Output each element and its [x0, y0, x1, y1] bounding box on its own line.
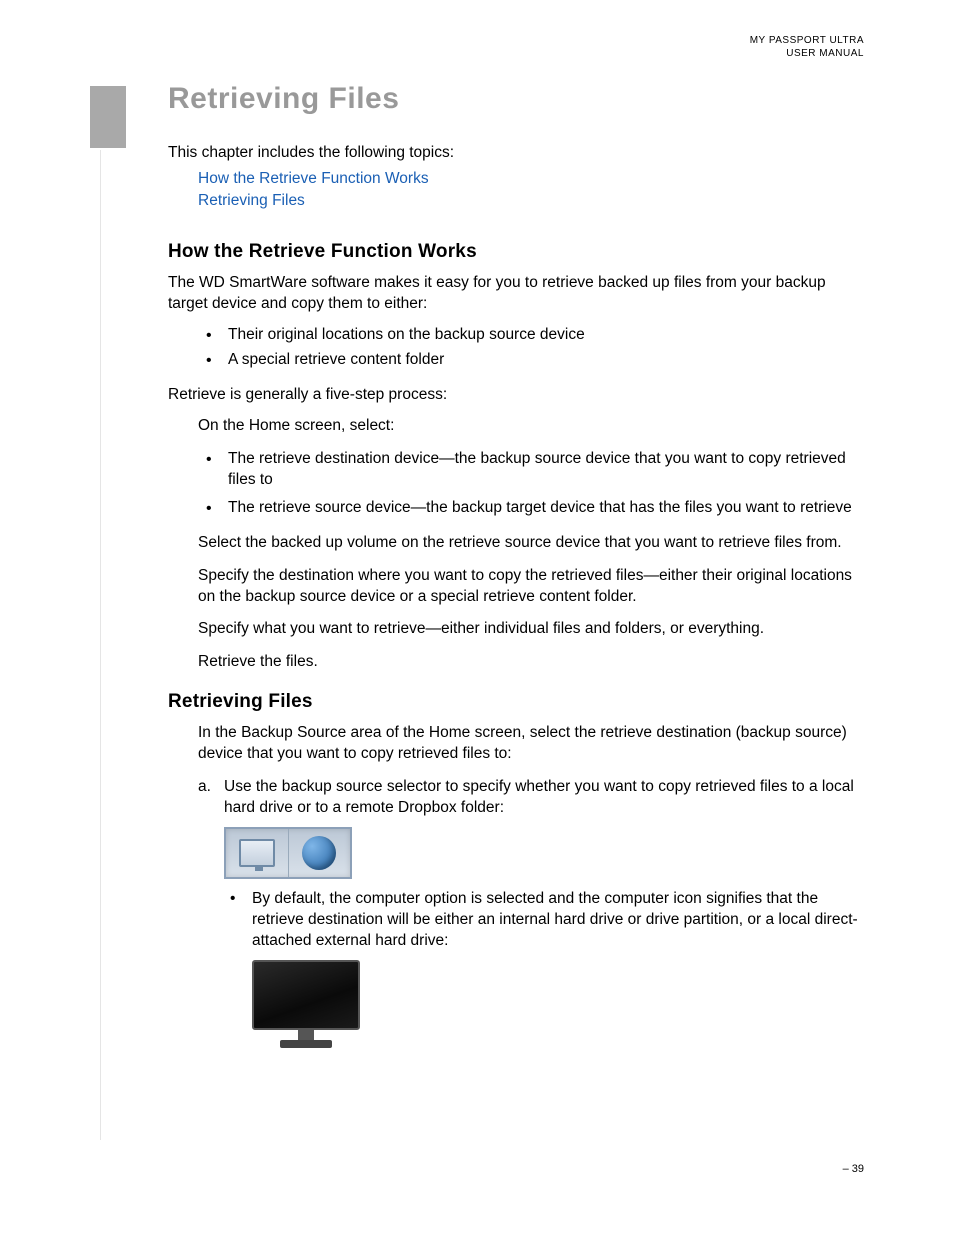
computer-monitor-image [252, 960, 862, 1050]
step3: Specify the destination where you want t… [198, 566, 862, 608]
section2-p1: In the Backup Source area of the Home sc… [198, 723, 862, 765]
chapter-title: Retrieving Files [168, 82, 862, 116]
section-heading-how-works: How the Retrieve Function Works [168, 241, 862, 263]
list-item: By default, the computer option is selec… [224, 889, 862, 952]
selector-dropbox-option [289, 829, 351, 877]
margin-rule [100, 150, 101, 1140]
globe-icon [302, 836, 336, 870]
monitor-screen-icon [252, 960, 360, 1030]
computer-icon [239, 839, 275, 867]
section1-bullets1: Their original locations on the backup s… [198, 325, 862, 371]
toc-link-retrieving-files[interactable]: Retrieving Files [198, 190, 862, 212]
step-marker-a: a. [198, 777, 224, 798]
list-item: The retrieve destination device—the back… [198, 449, 862, 491]
chapter-toc: How the Retrieve Function Works Retrievi… [198, 168, 862, 211]
section1-p1: The WD SmartWare software makes it easy … [168, 273, 862, 315]
monitor-stand-base [280, 1040, 332, 1048]
list-item: A special retrieve content folder [198, 350, 862, 371]
step5: Retrieve the files. [198, 652, 862, 673]
header-line1: MY PASSPORT ULTRA [750, 34, 864, 47]
backup-source-selector-image [224, 827, 352, 879]
list-item: The retrieve source device—the backup ta… [198, 498, 862, 519]
step-intro: On the Home screen, select: [198, 416, 862, 437]
section1-bullets2: The retrieve destination device—the back… [198, 449, 862, 519]
chapter-tab-marker [90, 86, 126, 148]
section-heading-retrieving-files: Retrieving Files [168, 691, 862, 713]
page-number: – 39 [843, 1163, 864, 1175]
section1-p2: Retrieve is generally a five-step proces… [168, 385, 862, 406]
step4: Specify what you want to retrieve—either… [198, 619, 862, 640]
toc-link-how-retrieve-works[interactable]: How the Retrieve Function Works [198, 168, 862, 190]
header-line2: USER MANUAL [750, 47, 864, 60]
section2-sub-bullets: By default, the computer option is selec… [224, 889, 862, 952]
step-a-text: Use the backup source selector to specif… [224, 777, 862, 819]
page-content: Retrieving Files This chapter includes t… [168, 82, 862, 1050]
header-product: MY PASSPORT ULTRA USER MANUAL [750, 34, 864, 60]
selector-computer-option [226, 829, 289, 877]
list-item: Their original locations on the backup s… [198, 325, 862, 346]
lettered-step-a: a. Use the backup source selector to spe… [198, 777, 862, 819]
chapter-intro: This chapter includes the following topi… [168, 144, 862, 162]
step2: Select the backed up volume on the retri… [198, 533, 862, 554]
